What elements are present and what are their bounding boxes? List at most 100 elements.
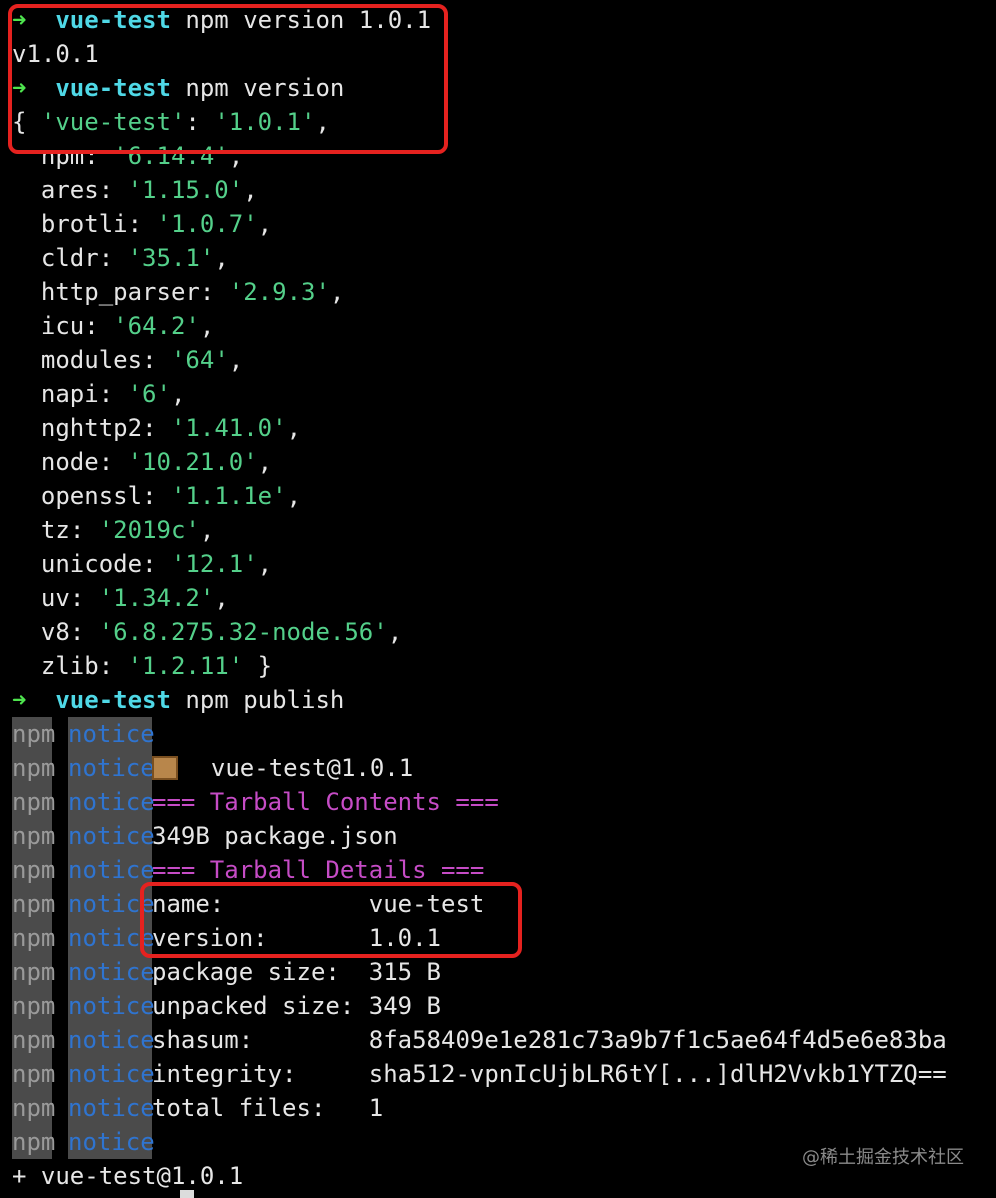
version-colon: : — [142, 414, 171, 442]
version-entry: { 'vue-test': '1.0.1', — [12, 105, 947, 139]
version-suffix: , — [199, 516, 215, 544]
version-entry: cldr: '35.1', — [12, 241, 947, 275]
notice-line: npm noticeintegrity: sha512-vpnIcUjbLR6tY… — [12, 1057, 947, 1091]
version-entry: tz: '2019c', — [12, 513, 947, 547]
version-prefix — [12, 380, 41, 408]
notice-badge: notice — [68, 1091, 155, 1125]
version-prefix — [12, 414, 41, 442]
version-key: nghttp2 — [40, 414, 143, 442]
version-value: '1.41.0' — [170, 414, 287, 442]
version-prefix — [12, 652, 41, 680]
version-value: '64' — [170, 346, 229, 374]
npm-badge: npm — [12, 1057, 55, 1091]
version-colon: : — [98, 448, 128, 476]
version-key: openssl — [40, 482, 143, 510]
version-entry: node: '10.21.0', — [12, 445, 947, 479]
version-suffix: , — [315, 108, 330, 136]
version-value: '2.9.3' — [228, 278, 330, 306]
npm-badge: npm — [12, 1125, 55, 1159]
version-suffix: , — [228, 346, 244, 374]
version-value: '6.14.4' — [113, 142, 229, 170]
npm-badge: npm — [12, 1091, 55, 1125]
notice-badge: notice — [68, 1023, 155, 1057]
version-entry: zlib: '1.2.11' } — [12, 649, 947, 683]
version-key: tz — [40, 516, 70, 544]
version-prefix — [12, 210, 41, 238]
version-colon: : — [98, 176, 128, 204]
version-entry: icu: '64.2', — [12, 309, 947, 343]
version-value: '1.34.2' — [98, 584, 215, 612]
version-key: http_parser — [40, 278, 200, 306]
version-entry: nghttp2: '1.41.0', — [12, 411, 947, 445]
command-text: npm publish — [185, 686, 345, 714]
notice-line: npm noticeshasum: 8fa58409e1e281c73a9b7f1… — [12, 1023, 947, 1057]
version-key: brotli — [40, 210, 128, 238]
version-suffix: , — [228, 142, 244, 170]
version-prefix — [12, 448, 41, 476]
version-colon: : — [127, 210, 157, 238]
version-prefix — [12, 176, 41, 204]
version-colon: : — [142, 550, 171, 578]
version-prefix — [12, 142, 41, 170]
output-line: v1.0.1 — [12, 40, 99, 68]
version-value: '2019c' — [98, 516, 200, 544]
detail-value: 349 B — [368, 992, 441, 1020]
version-value: '1.1.1e' — [170, 482, 287, 510]
notice-badge: notice — [68, 1057, 155, 1091]
command-line-publish: ➜ vue-test npm publish — [12, 683, 947, 717]
command-line-version: ➜ vue-test npm version — [12, 71, 947, 105]
version-colon: : — [84, 312, 114, 340]
notice-line: npm notice=== Tarball Details === — [12, 853, 947, 887]
version-colon: : — [69, 516, 99, 544]
version-prefix: { — [12, 108, 41, 136]
detail-value: 315 B — [368, 958, 441, 986]
version-value: '6.8.275.32-node.56' — [98, 618, 388, 646]
detail-value: sha512-vpnIcUjbLR6tY[...]dlH2Vvkb1YTZQ== — [368, 1060, 947, 1088]
version-entry: napi: '6', — [12, 377, 947, 411]
notice-line: npm notice=== Tarball Contents === — [12, 785, 947, 819]
prompt-dir: vue-test — [55, 74, 171, 102]
version-key: napi — [40, 380, 99, 408]
notice-line: npm noticeversion: 1.0.1 — [12, 921, 947, 955]
version-entry: unicode: '12.1', — [12, 547, 947, 581]
notice-badge: notice — [68, 955, 155, 989]
detail-value: 1.0.1 — [368, 924, 441, 952]
version-suffix: } — [243, 652, 273, 680]
version-suffix: , — [329, 278, 345, 306]
terminal-output[interactable]: ➜ vue-test npm version 1.0.1 v1.0.1 ➜ vu… — [12, 3, 947, 1193]
notice-badge: notice — [68, 819, 155, 853]
version-colon: : — [199, 278, 229, 306]
npm-badge: npm — [12, 955, 55, 989]
npm-badge: npm — [12, 819, 55, 853]
npm-badge: npm — [12, 853, 55, 887]
notice-line: npm noticetotal files: 1 — [12, 1091, 947, 1125]
prompt-arrow-icon: ➜ — [12, 6, 27, 34]
version-key: icu — [40, 312, 85, 340]
version-suffix: , — [257, 448, 273, 476]
command-text: npm version 1.0.1 — [185, 6, 432, 34]
version-prefix — [12, 618, 41, 646]
detail-key: shasum: — [152, 1026, 369, 1054]
npm-badge: npm — [12, 1023, 55, 1057]
version-prefix — [12, 312, 41, 340]
version-prefix — [12, 482, 41, 510]
version-key: modules — [40, 346, 143, 374]
npm-badge: npm — [12, 989, 55, 1023]
version-entry: brotli: '1.0.7', — [12, 207, 947, 241]
tarball-file: 349B package.json — [152, 822, 398, 850]
version-entry: http_parser: '2.9.3', — [12, 275, 947, 309]
version-key: npm — [40, 142, 85, 170]
version-key: cldr — [40, 244, 99, 272]
detail-key: integrity: — [152, 1060, 369, 1088]
command-text: npm version — [185, 74, 345, 102]
npm-badge: npm — [12, 751, 55, 785]
notice-line: npm noticeunpacked size: 349 B — [12, 989, 947, 1023]
version-colon: : — [69, 618, 99, 646]
notice-badge: notice — [68, 751, 155, 785]
version-list: { 'vue-test': '1.0.1', npm: '6.14.4', ar… — [12, 105, 947, 683]
notice-badge: notice — [68, 853, 155, 887]
version-colon: : — [142, 482, 171, 510]
tarball-details-header: === Tarball Details === — [152, 856, 485, 884]
version-key: node — [40, 448, 99, 476]
prompt-arrow-icon: ➜ — [12, 74, 27, 102]
